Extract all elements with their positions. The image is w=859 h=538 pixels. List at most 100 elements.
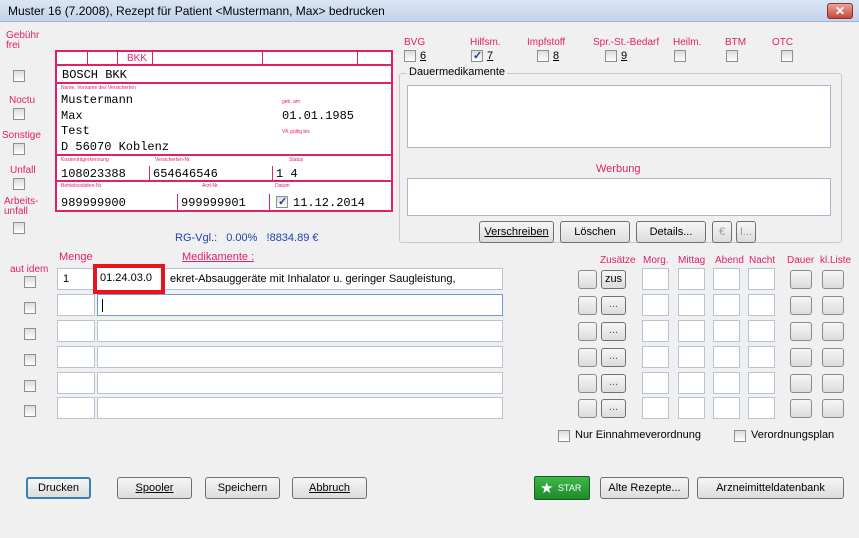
dauer-button[interactable]: [790, 399, 812, 418]
more-button[interactable]: ...: [601, 322, 626, 341]
werbung-box[interactable]: [407, 178, 831, 216]
btm-checkbox[interactable]: [726, 50, 738, 62]
nacht-input[interactable]: [748, 372, 775, 394]
aut-idem-checkbox[interactable]: [24, 276, 36, 288]
spr-st-bedarf-checkbox[interactable]: [605, 50, 617, 62]
arbeitsunfall-checkbox[interactable]: [13, 222, 25, 234]
alte-rezepte-button[interactable]: Alte Rezepte...: [600, 477, 689, 499]
morg-input[interactable]: [642, 397, 669, 419]
drucken-button[interactable]: Drucken: [26, 477, 91, 499]
dauer-button[interactable]: [790, 296, 812, 315]
more-button[interactable]: ...: [601, 399, 626, 418]
mittag-input[interactable]: [678, 320, 705, 342]
info-button[interactable]: I...: [736, 221, 756, 243]
mittag-input[interactable]: [678, 372, 705, 394]
mittag-input[interactable]: [678, 397, 705, 419]
impfstoff-checkbox[interactable]: [537, 50, 549, 62]
abend-input[interactable]: [713, 294, 740, 316]
star-button[interactable]: ★ STAR: [534, 476, 590, 500]
unfall-checkbox[interactable]: [13, 178, 25, 190]
nacht-input[interactable]: [748, 320, 775, 342]
morg-input[interactable]: [642, 294, 669, 316]
klliste-button[interactable]: [822, 348, 844, 367]
row-action-button[interactable]: [578, 322, 597, 341]
hilfsm-checkbox[interactable]: [471, 49, 483, 62]
morg-input[interactable]: [642, 320, 669, 342]
morg-input[interactable]: [642, 372, 669, 394]
insurance-numbers-row[interactable]: Kostenträgerkennung 108023388 Versichert…: [55, 154, 393, 182]
speichern-button[interactable]: Speichern: [205, 477, 280, 499]
medikament-input[interactable]: [97, 294, 503, 316]
dauer-button[interactable]: [790, 348, 812, 367]
aut-idem-checkbox[interactable]: [24, 328, 36, 340]
verschreiben-button[interactable]: Verschreiben: [479, 221, 554, 243]
klliste-button[interactable]: [822, 374, 844, 393]
medikament-input[interactable]: [97, 397, 503, 419]
klliste-button[interactable]: [822, 322, 844, 341]
zus-button[interactable]: zus: [601, 270, 626, 289]
gebuehr-frei-checkbox[interactable]: [13, 70, 25, 82]
aut-idem-checkbox[interactable]: [24, 405, 36, 417]
klliste-button[interactable]: [822, 296, 844, 315]
mittag-input[interactable]: [678, 294, 705, 316]
menge-input[interactable]: [57, 397, 95, 419]
klliste-button[interactable]: [822, 270, 844, 289]
aut-idem-checkbox[interactable]: [24, 302, 36, 314]
abend-input[interactable]: [713, 268, 740, 290]
menge-input[interactable]: [57, 346, 95, 368]
mittag-input[interactable]: [678, 346, 705, 368]
kasse-name-field[interactable]: BOSCH BKK: [55, 64, 393, 84]
row-action-button[interactable]: [578, 399, 597, 418]
row-action-button[interactable]: [578, 374, 597, 393]
morg-input[interactable]: [642, 346, 669, 368]
medikament-input[interactable]: [97, 346, 503, 368]
morg-input[interactable]: [642, 268, 669, 290]
mittag-input[interactable]: [678, 268, 705, 290]
highlight-code-box[interactable]: 01.24.03.0: [93, 264, 165, 294]
klliste-button[interactable]: [822, 399, 844, 418]
abend-input[interactable]: [713, 320, 740, 342]
nur-einnahme-checkbox[interactable]: [558, 430, 570, 442]
nacht-input[interactable]: [748, 294, 775, 316]
nacht-input[interactable]: [748, 268, 775, 290]
aut-idem-checkbox[interactable]: [24, 380, 36, 392]
dauermedikamente-list[interactable]: [407, 85, 831, 148]
row-action-button[interactable]: [578, 296, 597, 315]
menge-input[interactable]: 1: [57, 268, 95, 290]
noctu-checkbox[interactable]: [13, 108, 25, 120]
more-button[interactable]: ...: [601, 296, 626, 315]
menge-input[interactable]: [57, 320, 95, 342]
dauer-button[interactable]: [790, 322, 812, 341]
otc-checkbox[interactable]: [781, 50, 793, 62]
dauer-button[interactable]: [790, 270, 812, 289]
nacht-input[interactable]: [748, 397, 775, 419]
bvg-checkbox[interactable]: [404, 50, 416, 62]
medikament-input[interactable]: [97, 320, 503, 342]
loeschen-button[interactable]: Löschen: [560, 221, 630, 243]
close-button[interactable]: ✕: [827, 3, 853, 19]
more-button[interactable]: ...: [601, 374, 626, 393]
aut-idem-checkbox[interactable]: [24, 354, 36, 366]
sonstige-checkbox[interactable]: [13, 143, 25, 155]
more-button[interactable]: ...: [601, 348, 626, 367]
patient-block[interactable]: Name, Vorname des Versicherten Musterman…: [55, 82, 393, 156]
heilm-checkbox[interactable]: [674, 50, 686, 62]
menge-input[interactable]: [57, 294, 95, 316]
datum-checkbox[interactable]: [276, 195, 288, 208]
dauer-button[interactable]: [790, 374, 812, 393]
abend-input[interactable]: [713, 397, 740, 419]
abend-input[interactable]: [713, 372, 740, 394]
details-button[interactable]: Details...: [636, 221, 706, 243]
practice-row[interactable]: Betriebsstätten-Nr. 989999900 Arzt-Nr. 9…: [55, 180, 393, 212]
arzneimitteldatenbank-button[interactable]: Arzneimitteldatenbank: [697, 477, 844, 499]
abbruch-button[interactable]: Abbruch: [292, 477, 367, 499]
verordnungsplan-checkbox[interactable]: [734, 430, 746, 442]
row-1-action-button[interactable]: [578, 270, 597, 289]
spooler-button[interactable]: Spooler: [117, 477, 192, 499]
euro-button[interactable]: €: [712, 221, 732, 243]
nacht-input[interactable]: [748, 346, 775, 368]
menge-input[interactable]: [57, 372, 95, 394]
abend-input[interactable]: [713, 346, 740, 368]
row-action-button[interactable]: [578, 348, 597, 367]
medikament-input[interactable]: [97, 372, 503, 394]
